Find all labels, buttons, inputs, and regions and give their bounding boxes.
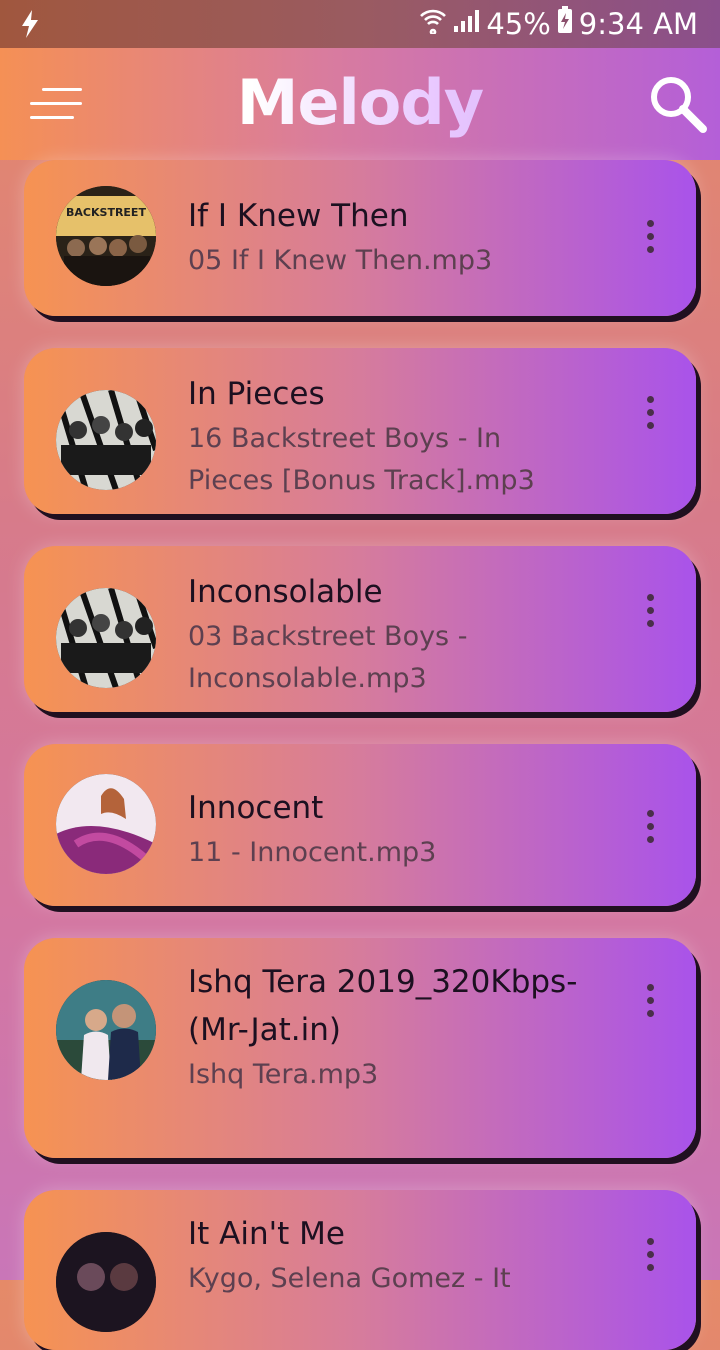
dot-icon — [646, 620, 654, 627]
dot-icon — [646, 594, 654, 601]
dot-icon — [646, 233, 654, 240]
search-button[interactable] — [648, 74, 708, 134]
dot-icon — [646, 1010, 654, 1017]
more-options-button[interactable] — [644, 984, 656, 1024]
dot-icon — [646, 836, 654, 843]
song-card[interactable]: Ishq Tera 2019_320Kbps-(Mr-Jat.in) Ishq … — [24, 938, 696, 1158]
song-card[interactable]: Innocent 11 - Innocent.mp3 — [24, 744, 696, 906]
dot-icon — [646, 396, 654, 403]
dot-icon — [646, 409, 654, 416]
dot-icon — [646, 1251, 654, 1258]
wifi-icon — [420, 7, 447, 41]
dot-icon — [646, 607, 654, 614]
song-filename: 03 Backstreet Boys - Inconsolable.mp3 — [188, 621, 468, 694]
song-filename: Ishq Tera.mp3 — [188, 1059, 379, 1090]
song-filename: 16 Backstreet Boys - In Pieces [Bonus Tr… — [188, 423, 535, 496]
dot-icon — [646, 823, 654, 830]
search-icon — [651, 77, 707, 133]
app-title: Melody — [0, 66, 720, 139]
more-options-button[interactable] — [644, 594, 656, 634]
app-bar: Melody — [0, 48, 720, 160]
song-title: In Pieces — [188, 376, 325, 412]
dot-icon — [646, 422, 654, 429]
dot-icon — [646, 997, 654, 1004]
song-card[interactable]: In Pieces 16 Backstreet Boys - In Pieces… — [24, 348, 696, 514]
song-card[interactable]: Inconsolable 03 Backstreet Boys - Incons… — [24, 546, 696, 712]
album-art — [56, 390, 156, 490]
song-title: It Ain't Me — [188, 1216, 345, 1252]
song-filename: Kygo, Selena Gomez - It — [188, 1263, 511, 1294]
song-title: If I Knew Then — [188, 198, 409, 234]
charging-bolt-icon — [20, 10, 40, 42]
album-art — [56, 588, 156, 688]
song-filename: 05 If I Knew Then.mp3 — [188, 245, 493, 276]
more-options-button[interactable] — [644, 1238, 656, 1278]
dot-icon — [646, 220, 654, 227]
album-art: BACKSTREET — [56, 186, 156, 286]
battery-icon — [557, 6, 573, 41]
song-title: Ishq Tera 2019_320Kbps-(Mr-Jat.in) — [188, 964, 578, 1048]
dot-icon — [646, 984, 654, 991]
clock: 9:34 AM — [578, 6, 698, 41]
dot-icon — [646, 246, 654, 253]
song-title: Inconsolable — [188, 574, 383, 610]
more-options-button[interactable] — [644, 396, 656, 436]
more-options-button[interactable] — [644, 220, 656, 260]
song-title: Innocent — [188, 790, 324, 826]
song-card[interactable]: It Ain't Me Kygo, Selena Gomez - It — [24, 1190, 696, 1350]
dot-icon — [646, 810, 654, 817]
status-bar: 45% 9:34 AM — [0, 0, 720, 48]
album-art — [56, 1232, 156, 1332]
dot-icon — [646, 1264, 654, 1271]
song-filename: 11 - Innocent.mp3 — [188, 837, 437, 868]
battery-percent: 45% — [486, 6, 551, 41]
song-card[interactable]: BACKSTREET If I Knew Then 05 If I Knew T… — [24, 160, 696, 316]
signal-icon — [452, 7, 480, 41]
more-options-button[interactable] — [644, 810, 656, 850]
album-art — [56, 980, 156, 1080]
svg-text:BACKSTREET: BACKSTREET — [66, 206, 146, 219]
album-art — [56, 774, 156, 874]
dot-icon — [646, 1238, 654, 1245]
